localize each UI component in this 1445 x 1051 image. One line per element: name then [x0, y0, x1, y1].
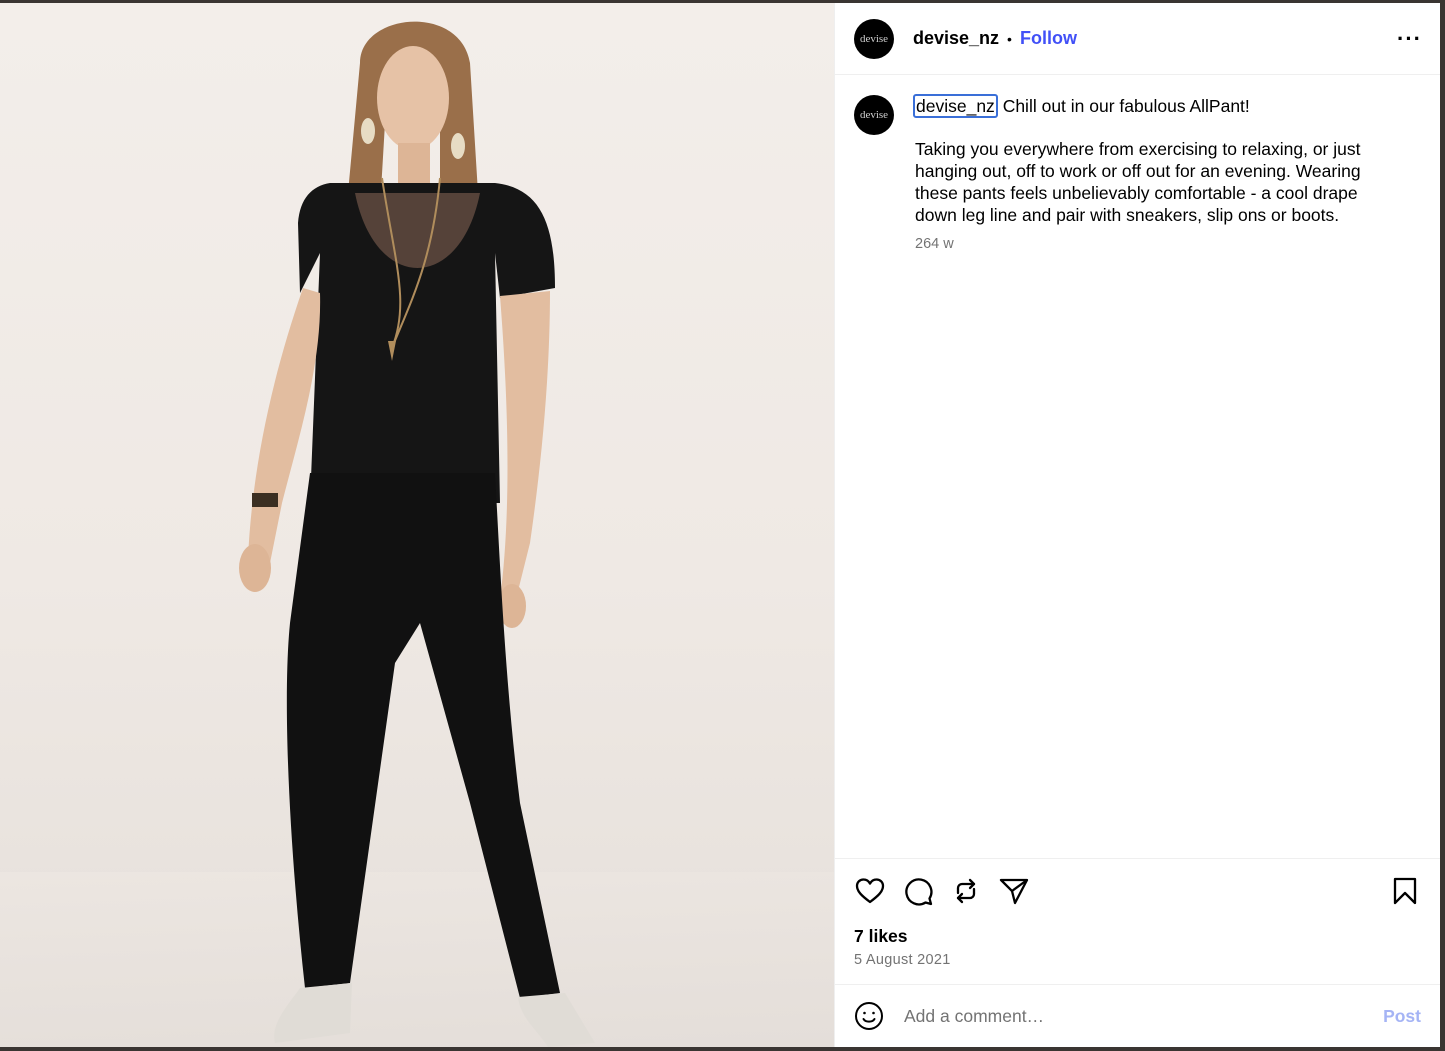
- comment-bar: Post: [835, 984, 1440, 1047]
- separator-dot: •: [1007, 30, 1012, 47]
- comments-area[interactable]: devise devise_nz Chill out in our fabulo…: [835, 75, 1440, 858]
- more-options-icon[interactable]: ···: [1397, 27, 1422, 50]
- caption-avatar-logo-text: devise: [859, 109, 889, 121]
- avatar[interactable]: devise: [854, 18, 894, 59]
- comment-icon[interactable]: [902, 875, 934, 907]
- header-username[interactable]: devise_nz: [913, 28, 999, 49]
- action-bar: [835, 858, 1440, 922]
- caption-avatar[interactable]: devise: [854, 95, 894, 135]
- post-comment-button[interactable]: Post: [1383, 1006, 1421, 1027]
- post-meta: 7 likes 5 August 2021: [835, 922, 1440, 984]
- post-side-panel: devise devise_nz • Follow ··· devise dev…: [834, 3, 1440, 1047]
- comment-input[interactable]: [902, 1004, 1384, 1028]
- post-modal: devise devise_nz • Follow ··· devise dev…: [0, 3, 1440, 1047]
- follow-button[interactable]: Follow: [1020, 28, 1077, 49]
- caption-username-link[interactable]: devise_nz: [913, 94, 998, 118]
- heart-icon[interactable]: [854, 875, 886, 907]
- likes-count[interactable]: 7 likes: [854, 926, 1421, 947]
- share-icon[interactable]: [998, 875, 1030, 907]
- caption-age[interactable]: 264 w: [915, 233, 1375, 255]
- post-date[interactable]: 5 August 2021: [854, 952, 1421, 968]
- caption-text: devise_nz Chill out in our fabulous AllP…: [913, 94, 1375, 255]
- caption-headline: Chill out in our fabulous AllPant!: [1002, 96, 1250, 116]
- model-illustration: [239, 21, 595, 1047]
- repost-icon[interactable]: [950, 875, 982, 907]
- emoji-icon[interactable]: [854, 1001, 884, 1031]
- post-header: devise devise_nz • Follow ···: [835, 3, 1440, 75]
- caption-block: devise devise_nz Chill out in our fabulo…: [854, 94, 1421, 255]
- avatar-logo-text: devise: [859, 32, 889, 45]
- caption-body: Taking you everywhere from exercising to…: [915, 139, 1361, 225]
- post-photo[interactable]: [0, 3, 834, 1047]
- bookmark-icon[interactable]: [1389, 875, 1421, 907]
